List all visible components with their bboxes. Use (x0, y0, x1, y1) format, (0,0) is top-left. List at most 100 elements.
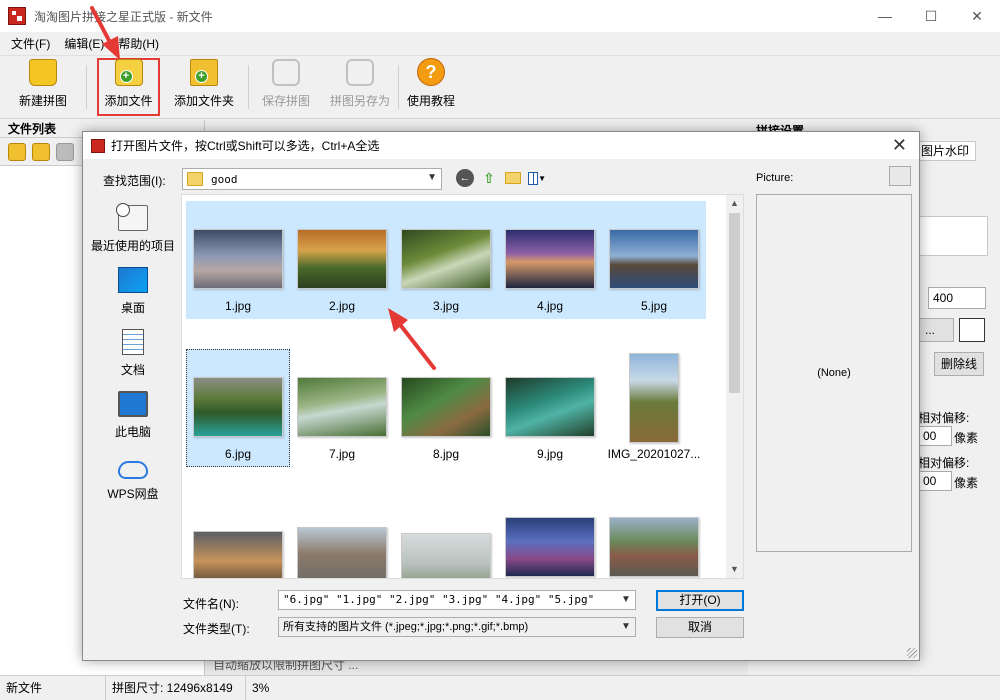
place-this-pc-label: 此电脑 (114, 425, 151, 439)
status-bar: 新文件 拼图尺寸: 12496x8149 3% (0, 675, 1000, 700)
back-icon[interactable]: ← (456, 169, 474, 187)
cloud-icon (118, 461, 148, 479)
look-in-value: good (211, 172, 238, 186)
file-name: 2.jpg (328, 299, 356, 313)
filename-input[interactable]: "6.jpg" "1.jpg" "2.jpg" "3.jpg" "4.jpg" … (278, 590, 636, 610)
places-bar: 最近使用的项目 桌面 文档 此电脑 WPS网盘 (86, 194, 180, 654)
size-select[interactable]: 400 (928, 287, 986, 309)
save-as-icon (346, 59, 374, 86)
file-name: IMG_20201027... (607, 447, 701, 461)
dialog-title-bar: 打开图片文件，按Ctrl或Shift可以多选，Ctrl+A全选 ✕ (83, 132, 919, 159)
status-size: 拼图尺寸: 12496x8149 (106, 675, 246, 700)
thumbnail-image (193, 229, 283, 289)
offset-spin-1[interactable]: 00 (918, 426, 952, 446)
offset-unit-1: 像素 (954, 431, 979, 445)
recent-items-icon (116, 203, 148, 231)
thumbnail-image (505, 377, 595, 437)
look-in-dropdown[interactable]: good ▼ (182, 168, 442, 190)
color-swatch[interactable] (959, 318, 985, 342)
add-file-label: 添加文件 (104, 94, 153, 108)
tab-image-watermark[interactable]: 图片水印 (916, 141, 976, 161)
file-item[interactable]: 7.jpg (290, 349, 394, 467)
scroll-down-icon[interactable]: ▼ (726, 561, 743, 578)
file-item[interactable]: 2.jpg (290, 201, 394, 319)
dialog-app-icon (91, 138, 105, 153)
folder-icon (187, 172, 203, 186)
annotation-arrow-icon (90, 6, 120, 60)
new-collage-button[interactable]: 新建拼图 (14, 59, 72, 115)
place-recent[interactable]: 最近使用的项目 (86, 198, 180, 254)
file-item[interactable] (602, 499, 706, 578)
file-item[interactable]: 4.jpg (498, 201, 602, 319)
minimize-button[interactable]: — (862, 0, 908, 32)
status-file: 新文件 (0, 675, 106, 700)
computer-icon (118, 391, 148, 417)
save-collage-button[interactable]: 保存拼图 (258, 59, 314, 115)
place-this-pc[interactable]: 此电脑 (86, 384, 180, 440)
new-collage-icon (29, 59, 57, 86)
add-folder-small-icon[interactable] (32, 142, 50, 161)
file-item[interactable]: 3.jpg (394, 201, 498, 319)
dialog-close-icon[interactable]: ✕ (892, 135, 907, 156)
add-file-button[interactable]: + 添加文件 (97, 58, 160, 116)
settings-text-box[interactable] (918, 216, 988, 256)
save-collage-label: 保存拼图 (261, 94, 310, 108)
annotation-arrow-icon (388, 308, 436, 370)
menu-file[interactable]: 文件(F) (4, 35, 57, 52)
place-documents-label: 文档 (120, 363, 145, 377)
file-item[interactable]: 1.jpg (186, 201, 290, 319)
new-folder-button[interactable] (504, 169, 522, 187)
file-item[interactable] (394, 499, 498, 578)
file-item[interactable]: 5.jpg (602, 201, 706, 319)
new-collage-label: 新建拼图 (18, 94, 67, 108)
file-item[interactable] (186, 499, 290, 578)
title-bar: 淘淘图片拼接之星正式版 - 新文件 — ☐ ✕ (0, 0, 1000, 32)
save-icon (272, 59, 300, 86)
view-menu-button[interactable]: ▼ (528, 169, 546, 187)
thumbnail-image (609, 517, 699, 577)
toolbar-separator (248, 65, 249, 109)
save-as-button[interactable]: 拼图另存为 (327, 59, 393, 115)
place-wps-cloud[interactable]: WPS网盘 (86, 446, 180, 502)
add-folder-button[interactable]: + 添加文件夹 (170, 59, 238, 115)
file-item[interactable]: IMG_20201027... (602, 349, 706, 467)
remove-file-icon[interactable] (56, 142, 74, 161)
thumbnail-image (401, 377, 491, 437)
filetype-select[interactable]: 所有支持的图片文件 (*.jpeg;*.jpg;*.png;*.gif;*.bm… (278, 617, 636, 637)
scroll-up-icon[interactable]: ▲ (726, 195, 743, 212)
offset-spin-2[interactable]: 00 (918, 471, 952, 491)
file-name: 7.jpg (328, 447, 356, 461)
up-folder-icon[interactable]: ⇧ (480, 169, 498, 187)
open-button[interactable]: 打开(O) (656, 590, 744, 611)
file-item[interactable]: 9.jpg (498, 349, 602, 467)
menu-bar: 文件(F) 编辑(E) 帮助(H) (0, 32, 1000, 56)
file-item[interactable] (498, 499, 602, 578)
toolbar-separator (86, 65, 87, 109)
file-list-scrollbar[interactable]: ▲ ▼ (726, 195, 743, 578)
settings-more-button[interactable]: ... (918, 318, 954, 342)
resize-grip-icon[interactable] (907, 648, 917, 658)
file-item[interactable] (290, 499, 394, 578)
file-item[interactable]: 6.jpg (186, 349, 290, 467)
look-in-label: 查找范围(I): (103, 174, 166, 188)
scrollbar-thumb[interactable] (729, 213, 740, 393)
status-zoom: 3% (252, 680, 270, 695)
cancel-button[interactable]: 取消 (656, 617, 744, 638)
preview-zoom-icon[interactable] (889, 166, 911, 186)
delete-line-button[interactable]: 删除线 (934, 352, 985, 376)
filetype-label: 文件类型(T): (183, 622, 250, 636)
thumbnail-image (297, 377, 387, 437)
help-icon: ? (417, 58, 445, 86)
file-list-view[interactable]: 1.jpg 2.jpg 3.jpg 4.jpg 5.jpg 6.jpg 7.jp… (181, 194, 744, 579)
place-recent-label: 最近使用的项目 (90, 239, 175, 253)
place-desktop[interactable]: 桌面 (86, 260, 180, 316)
add-file-small-icon[interactable] (8, 142, 26, 161)
documents-icon (122, 329, 144, 355)
maximize-button[interactable]: ☐ (908, 0, 954, 32)
close-button[interactable]: ✕ (954, 0, 1000, 32)
tutorial-button[interactable]: ? 使用教程 (404, 58, 458, 115)
file-name: 8.jpg (432, 447, 460, 461)
thumbnail-image (609, 229, 699, 289)
offset-unit-2: 像素 (954, 476, 979, 490)
place-documents[interactable]: 文档 (86, 322, 180, 378)
